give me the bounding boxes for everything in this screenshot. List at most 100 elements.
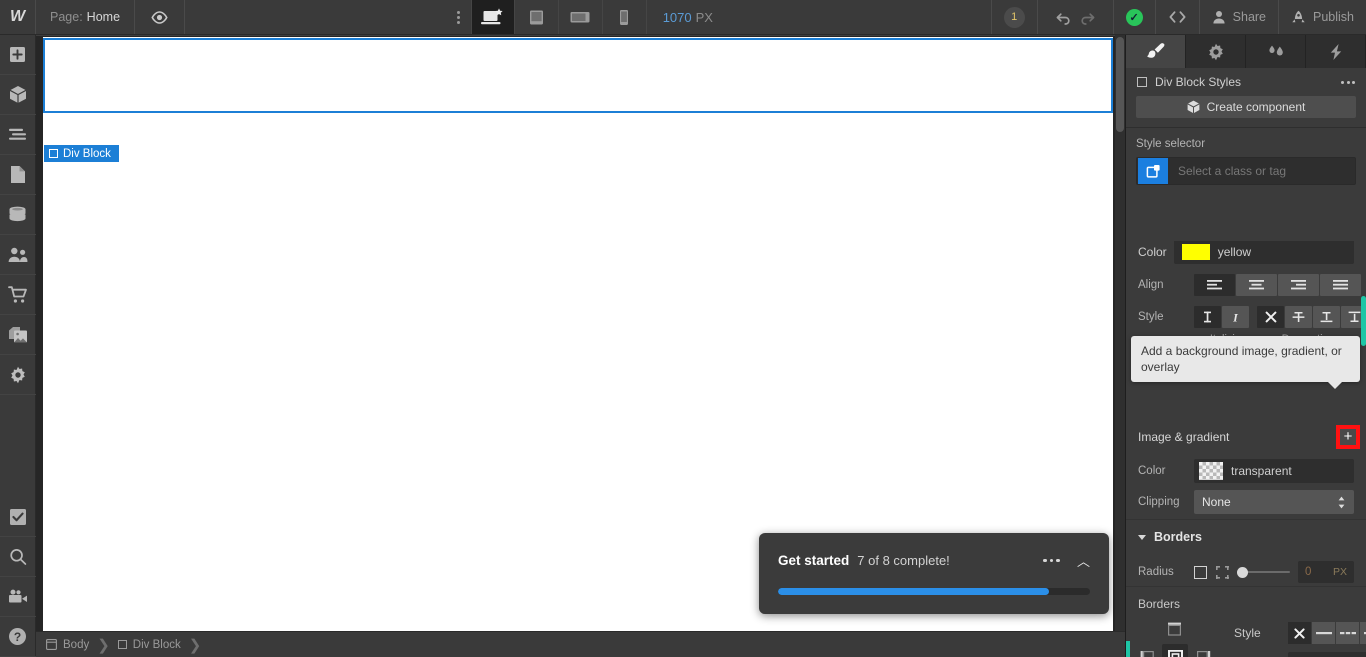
decoration-segmented-control: [1257, 306, 1366, 328]
border-side-left[interactable]: [1134, 644, 1160, 657]
selected-div-block[interactable]: [43, 38, 1113, 113]
radius-individual-icon[interactable]: [1216, 565, 1229, 579]
upright-i-icon: [1204, 311, 1211, 323]
breadcrumb-item-body[interactable]: Body: [46, 639, 93, 651]
magnifier-icon: [9, 548, 26, 565]
tab-settings[interactable]: [1186, 35, 1246, 68]
top-toolbar: W Page: Home 1070 PX 1 ✓ Share Publish: [0, 0, 1366, 35]
radius-unit: PX: [1332, 566, 1347, 578]
sidebar-item-audit[interactable]: [0, 497, 36, 537]
radius-slider[interactable]: [1237, 565, 1290, 579]
radius-value-field[interactable]: 0 PX: [1298, 561, 1354, 583]
breadcrumb-item-div-block[interactable]: Div Block: [117, 639, 185, 651]
sidebar-item-ecommerce[interactable]: [0, 275, 36, 315]
share-button[interactable]: Share: [1198, 0, 1278, 34]
notifications-button[interactable]: 1: [990, 0, 1037, 34]
tab-style[interactable]: [1126, 35, 1186, 68]
style-selector-input[interactable]: Select a class or tag: [1136, 157, 1356, 185]
get-started-panel[interactable]: Get started 7 of 8 complete! ︿: [759, 533, 1109, 614]
sidebar-item-settings[interactable]: [0, 355, 36, 395]
shopping-cart-icon: [7, 285, 27, 303]
device-breakpoints: [470, 0, 647, 34]
strikethrough-button[interactable]: [1285, 306, 1312, 328]
code-export-button[interactable]: [1154, 0, 1199, 34]
sidebar-item-add-elements[interactable]: [0, 35, 36, 75]
preview-toggle[interactable]: [135, 0, 186, 34]
laptop-star-icon: [481, 7, 503, 24]
radius-all-icon[interactable]: [1194, 565, 1207, 579]
get-started-more-button[interactable]: [1043, 558, 1060, 563]
publish-button[interactable]: Publish: [1278, 0, 1366, 34]
device-mobile[interactable]: [603, 0, 647, 34]
radius-slider-knob[interactable]: [1237, 566, 1248, 578]
sidebar-item-search[interactable]: [0, 537, 36, 577]
align-justify-button[interactable]: [1320, 274, 1361, 296]
undo-arrow-icon[interactable]: [1054, 10, 1072, 25]
page-indicator[interactable]: Page: Home: [36, 0, 136, 34]
canvas-scrollbar-thumb[interactable]: [1116, 37, 1124, 132]
style-selector-block: Style selector Select a class or tag: [1126, 128, 1366, 197]
transparent-swatch[interactable]: [1199, 462, 1223, 480]
sidebar-item-navigator[interactable]: [0, 115, 36, 155]
tab-effects[interactable]: [1306, 35, 1366, 68]
align-left-button[interactable]: [1194, 274, 1235, 296]
webflow-logo-icon[interactable]: W: [0, 0, 36, 34]
borders-controls: Style: [1126, 616, 1366, 657]
border-side-top[interactable]: [1161, 616, 1187, 642]
question-circle-icon: ?: [9, 628, 26, 645]
clipping-select[interactable]: None: [1194, 490, 1354, 514]
plus-square-icon: [10, 47, 25, 62]
border-side-all[interactable]: [1162, 644, 1188, 657]
border-style-solid[interactable]: [1312, 622, 1335, 644]
upright-button[interactable]: [1194, 306, 1221, 328]
canvas-scrollbar[interactable]: [1115, 35, 1125, 631]
border-width-field[interactable]: 0 PX: [1288, 652, 1366, 657]
selector-scope-icon[interactable]: [1138, 158, 1168, 184]
device-desktop[interactable]: [470, 0, 515, 34]
style-selector-placeholder: Select a class or tag: [1178, 164, 1287, 178]
border-style-none[interactable]: [1288, 622, 1311, 644]
create-component-button[interactable]: Create component: [1136, 96, 1356, 118]
italic-button[interactable]: I: [1222, 306, 1249, 328]
updown-arrows-icon: [1337, 496, 1346, 509]
element-label-badge[interactable]: Div Block: [44, 145, 119, 162]
panel-scroll-indicator-bottom: [1126, 641, 1130, 657]
toolbar-left-spacer: [185, 0, 447, 34]
save-status-button[interactable]: ✓: [1112, 0, 1155, 34]
breadcrumb-label-body: Body: [63, 638, 90, 651]
background-color-field[interactable]: transparent: [1194, 459, 1354, 483]
people-icon: [8, 247, 27, 262]
border-style-row: Style: [1234, 622, 1366, 644]
style-properties-scroll[interactable]: Color yellow Align Style I Image & gradi…: [1126, 241, 1366, 657]
border-style-dashed[interactable]: [1336, 622, 1359, 644]
decoration-none-button[interactable]: [1257, 306, 1284, 328]
sidebar-item-components[interactable]: [0, 75, 36, 115]
toolbar-more-button[interactable]: [447, 0, 471, 34]
sidebar-item-pages[interactable]: [0, 155, 36, 195]
sidebar-item-cms[interactable]: [0, 195, 36, 235]
sidebar-item-help[interactable]: ?: [0, 617, 36, 657]
border-style-dotted[interactable]: [1360, 622, 1366, 644]
device-tablet[interactable]: [515, 0, 559, 34]
right-panel-tabs: [1126, 35, 1366, 68]
border-side-right[interactable]: [1190, 644, 1216, 657]
underline-button[interactable]: [1313, 306, 1340, 328]
drops-icon: [1268, 45, 1283, 55]
align-right-button[interactable]: [1278, 274, 1319, 296]
device-tablet-landscape[interactable]: [559, 0, 603, 34]
tab-interactions[interactable]: [1246, 35, 1306, 68]
sidebar-item-assets[interactable]: [0, 315, 36, 355]
borders-section-header[interactable]: Borders: [1126, 523, 1366, 551]
share-label: Share: [1232, 10, 1267, 24]
color-swatch[interactable]: [1181, 244, 1210, 260]
typography-color-field[interactable]: yellow: [1173, 241, 1354, 264]
sidebar-item-users[interactable]: [0, 235, 36, 275]
chevron-up-icon[interactable]: ︿: [1077, 551, 1090, 570]
redo-arrow-icon[interactable]: [1079, 10, 1097, 25]
person-icon: [1213, 11, 1225, 24]
sidebar-item-video[interactable]: [0, 577, 36, 617]
add-background-button-highlight[interactable]: +: [1336, 425, 1360, 449]
style-panel-more-button[interactable]: [1341, 80, 1355, 84]
right-panel-scrollbar-thumb[interactable]: [1361, 296, 1366, 346]
align-center-button[interactable]: [1236, 274, 1277, 296]
